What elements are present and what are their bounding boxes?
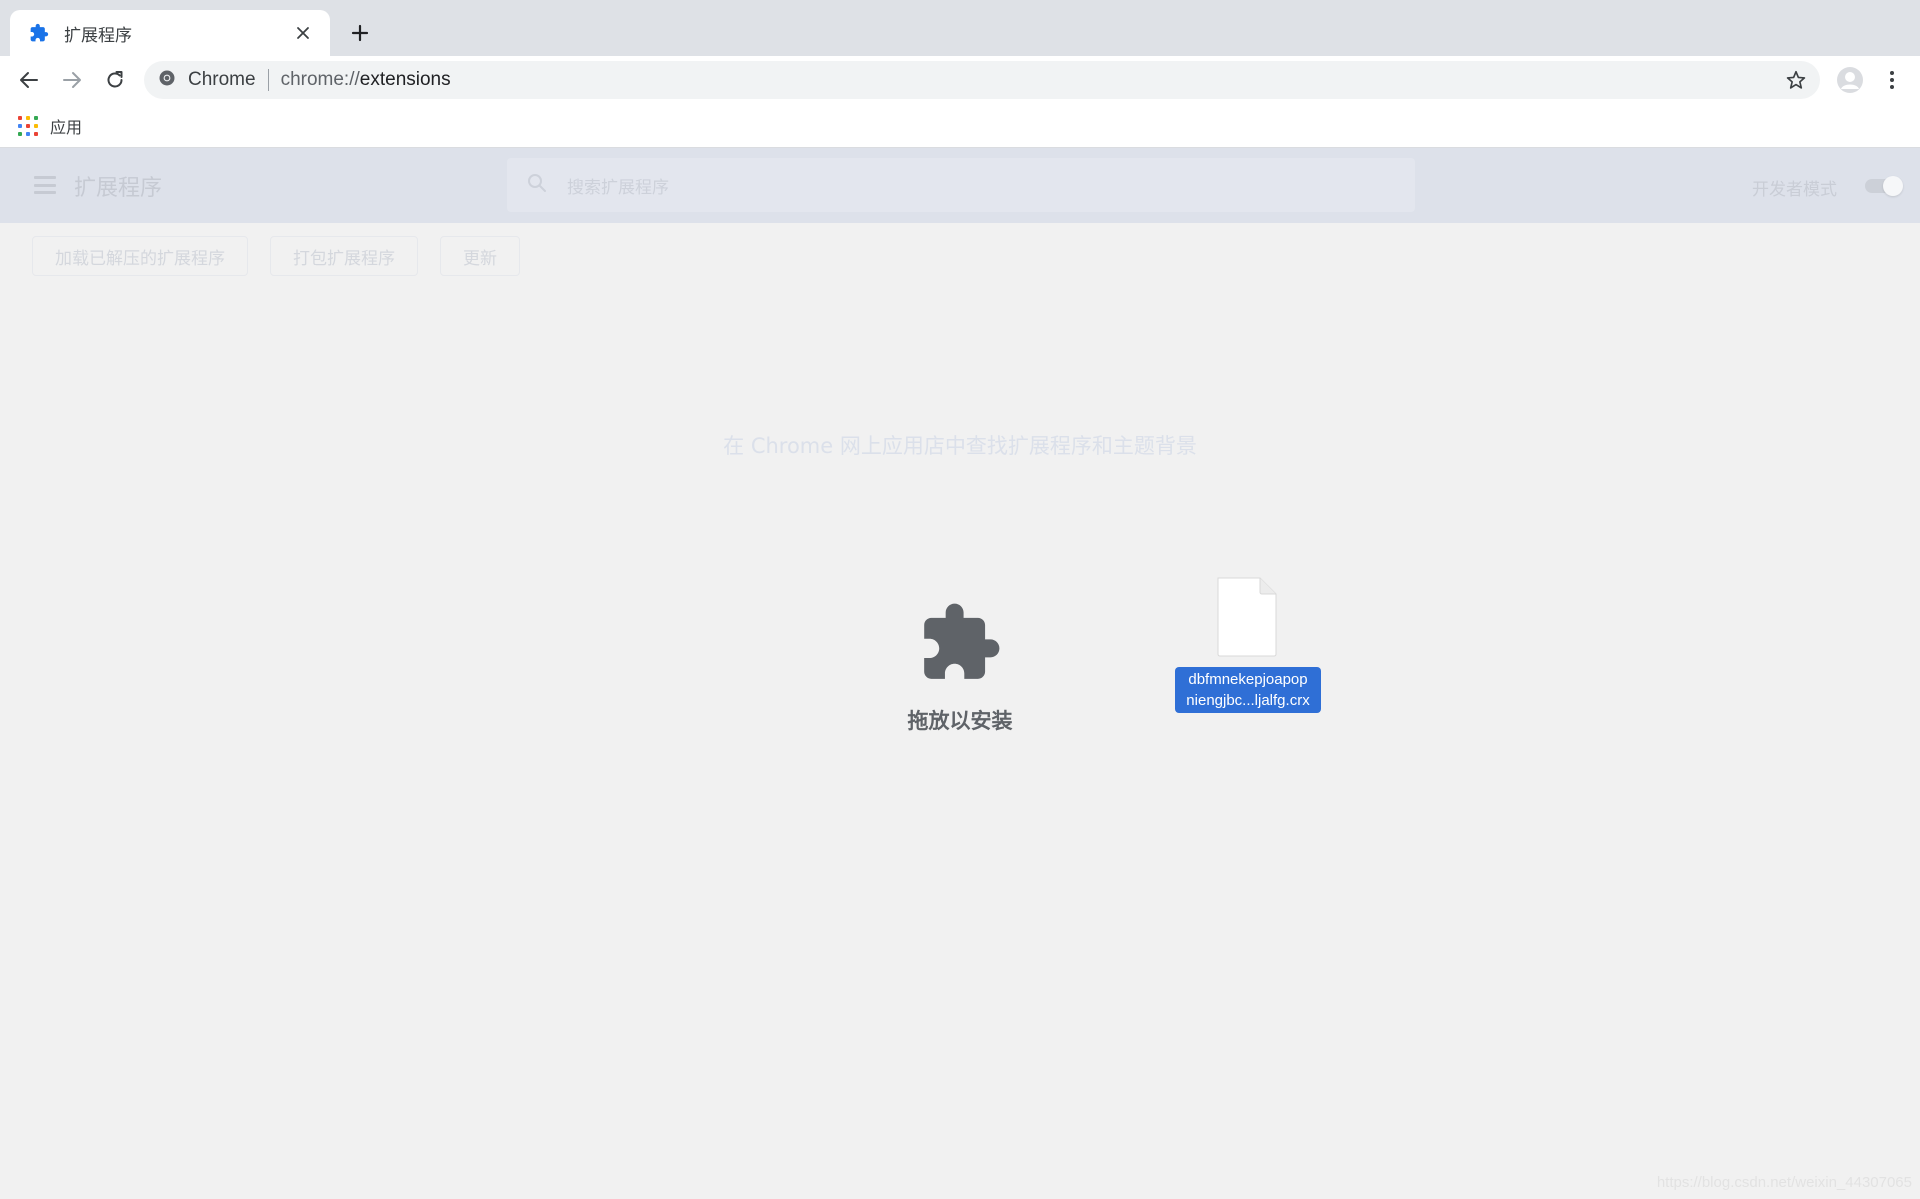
update-button[interactable]: 更新 — [440, 236, 520, 276]
load-unpacked-button[interactable]: 加载已解压的扩展程序 — [32, 236, 248, 276]
search-input[interactable]: 搜索扩展程序 — [507, 158, 1415, 212]
site-label: Chrome — [188, 69, 256, 90]
file-icon — [1217, 577, 1277, 657]
developer-mode-toggle[interactable] — [1863, 175, 1905, 196]
pack-extension-button[interactable]: 打包扩展程序 — [270, 236, 418, 276]
browser-toolbar: Chrome chrome:// extensions — [0, 56, 1920, 104]
forward-arrow-icon[interactable] — [58, 66, 86, 94]
bookmarks-bar: 应用 — [0, 104, 1920, 148]
search-icon — [527, 173, 547, 198]
profile-avatar-icon[interactable] — [1835, 65, 1865, 95]
puzzle-icon — [28, 22, 50, 44]
extensions-header: 扩展程序 搜索扩展程序 开发者模式 — [0, 148, 1920, 223]
file-name-line1: dbfmnekepjoapop — [1188, 671, 1308, 688]
menu-icon[interactable] — [32, 172, 58, 198]
bookmark-label: 应用 — [50, 118, 83, 137]
search-placeholder: 搜索扩展程序 — [567, 177, 669, 198]
watermark: https://blog.csdn.net/weixin_44307065 — [1656, 1174, 1912, 1191]
star-icon[interactable] — [1784, 68, 1808, 92]
drop-to-install-zone[interactable]: 拖放以安装 — [860, 600, 1060, 750]
bookmark-apps[interactable]: 应用 — [18, 113, 82, 139]
tab-extensions[interactable]: 扩展程序 — [10, 10, 330, 56]
url-path: extensions — [359, 69, 451, 90]
extension-actions: 加载已解压的扩展程序 打包扩展程序 更新 — [32, 236, 542, 276]
divider — [267, 69, 269, 91]
plus-icon[interactable] — [346, 19, 374, 47]
back-arrow-icon[interactable] — [15, 66, 43, 94]
drop-label: 拖放以安装 — [907, 709, 1013, 733]
file-name: dbfmnekepjoapop niengjbc...ljalfg.crx — [1175, 667, 1321, 713]
developer-mode-label: 开发者模式 — [1752, 180, 1837, 200]
close-icon[interactable] — [292, 22, 314, 44]
tab-strip: 扩展程序 — [0, 0, 1920, 56]
reload-icon[interactable] — [101, 66, 129, 94]
chrome-icon — [158, 69, 176, 92]
tab-title: 扩展程序 — [64, 25, 132, 46]
apps-grid-icon — [18, 116, 38, 136]
dragged-file[interactable]: dbfmnekepjoapop niengjbc...ljalfg.crx — [1172, 576, 1322, 713]
file-name-line2: niengjbc...ljalfg.crx — [1186, 692, 1310, 709]
url-scheme: chrome:// — [280, 69, 360, 90]
more-vert-icon[interactable] — [1878, 66, 1906, 94]
address-bar[interactable]: Chrome chrome:// extensions — [144, 61, 1820, 99]
webstore-link[interactable]: 在 Chrome 网上应用店中查找扩展程序和主题背景 — [0, 430, 1920, 460]
puzzle-icon — [924, 603, 1000, 679]
page-title: 扩展程序 — [74, 176, 163, 201]
